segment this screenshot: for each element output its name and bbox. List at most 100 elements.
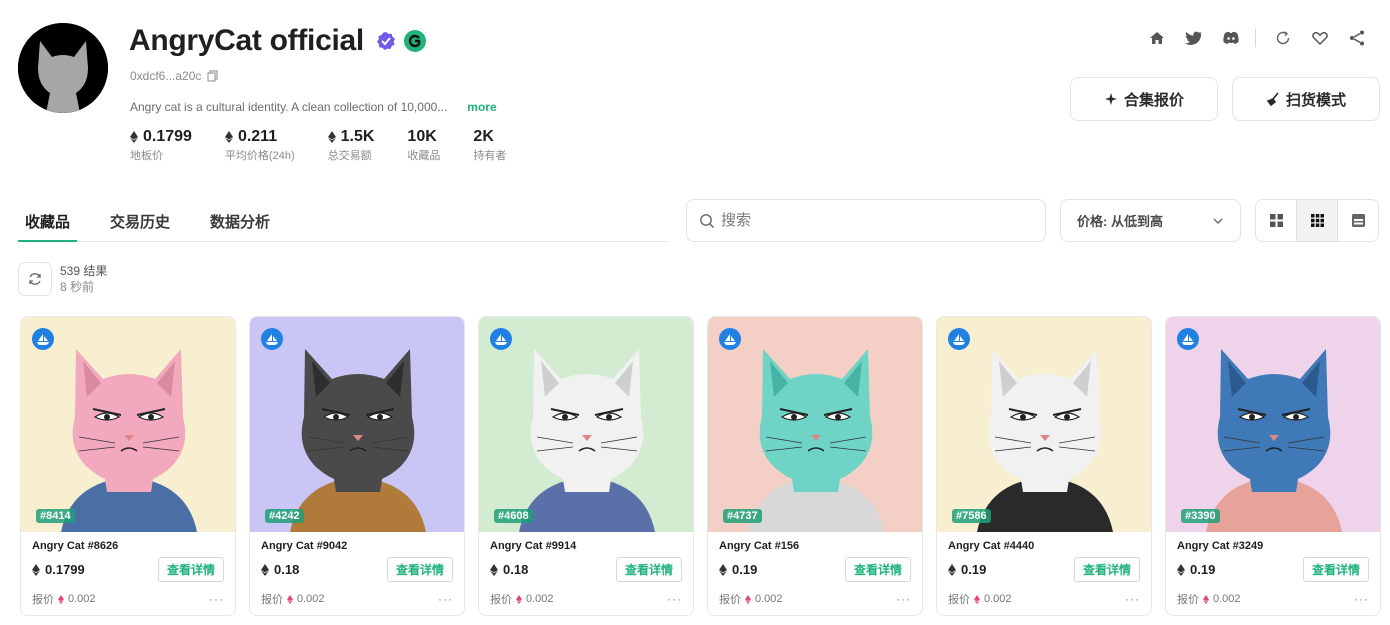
stat-owners: 2K 持有者 <box>473 128 507 162</box>
chain-icon <box>490 328 512 350</box>
nft-image[interactable]: #7586 <box>937 317 1151 532</box>
search-input[interactable] <box>721 212 1021 229</box>
more-options-icon[interactable]: ··· <box>1125 592 1140 606</box>
collection-title: AngryCat official <box>129 24 364 57</box>
best-offer: 报价 0.002 <box>490 593 554 606</box>
view-details-button[interactable]: 查看详情 <box>386 557 453 582</box>
nft-card[interactable]: #4242 Angry Cat #9042 0.18 查看详情 报价 0.002… <box>249 316 465 616</box>
weth-icon <box>745 594 751 604</box>
stat-avg-price: 0.211 平均价格(24h) <box>224 128 295 162</box>
refresh-button[interactable] <box>18 262 52 296</box>
twitter-icon[interactable] <box>1184 28 1204 48</box>
view-details-button[interactable]: 查看详情 <box>1073 557 1140 582</box>
nft-name: Angry Cat #9042 <box>261 540 348 552</box>
nft-image[interactable]: #4608 <box>479 317 693 532</box>
more-options-icon[interactable]: ··· <box>209 592 224 606</box>
social-links <box>1130 28 1367 48</box>
home-icon[interactable] <box>1147 28 1167 48</box>
nft-card[interactable]: #4737 Angry Cat #156 0.19 查看详情 报价 0.002 … <box>707 316 923 616</box>
rarity-rank-badge: #4608 <box>494 509 533 523</box>
eth-icon <box>224 131 233 143</box>
rarity-rank-badge: #7586 <box>952 509 991 523</box>
cat-artwork <box>708 317 922 532</box>
eth-icon <box>32 563 40 576</box>
collection-stats: 0.1799 地板价 0.211 平均价格(24h) 1.5K 总交易额 10K… <box>130 128 539 163</box>
contract-address: 0xdcf6...a20c <box>130 69 202 83</box>
view-list[interactable] <box>1338 200 1378 241</box>
cat-artwork <box>250 317 464 532</box>
collection-offer-button[interactable]: 合集报价 <box>1070 77 1218 121</box>
broom-icon <box>1266 92 1279 106</box>
nft-price: 0.19 <box>1177 562 1215 577</box>
nft-price: 0.1799 <box>32 562 85 577</box>
weth-icon <box>287 594 293 604</box>
nft-price: 0.19 <box>948 562 986 577</box>
search-icon <box>700 213 714 228</box>
result-updated-time: 8 秒前 <box>60 280 95 294</box>
nft-card[interactable]: #7586 Angry Cat #4440 0.19 查看详情 报价 0.002… <box>936 316 1152 616</box>
view-toggle <box>1255 199 1379 242</box>
sort-select[interactable]: 价格: 从低到高 <box>1060 199 1241 242</box>
cat-artwork <box>479 317 693 532</box>
view-large-grid[interactable] <box>1256 200 1297 241</box>
view-small-grid[interactable] <box>1297 200 1338 241</box>
view-details-button[interactable]: 查看详情 <box>1302 557 1369 582</box>
tab-analytics[interactable]: 数据分析 <box>203 196 277 241</box>
small-grid-icon <box>1310 214 1324 227</box>
verified-icon <box>376 32 395 50</box>
refresh-icon <box>29 273 41 285</box>
rarity-rank-badge: #3390 <box>1181 509 1220 523</box>
tab-activity[interactable]: 交易历史 <box>103 196 177 241</box>
sparkle-icon <box>1104 93 1117 105</box>
stat-floor-price: 0.1799 地板价 <box>130 128 192 162</box>
eth-icon <box>130 131 138 143</box>
large-grid-icon <box>1269 214 1283 227</box>
nft-image[interactable]: #8414 <box>21 317 235 532</box>
nft-image[interactable]: #4737 <box>708 317 922 532</box>
nft-image[interactable]: #4242 <box>250 317 464 532</box>
chain-icon <box>719 328 741 350</box>
sweep-mode-button[interactable]: 扫货模式 <box>1232 77 1380 121</box>
view-details-button[interactable]: 查看详情 <box>844 557 911 582</box>
platform-icon[interactable] <box>403 30 426 52</box>
stat-total-volume: 1.5K 总交易额 <box>327 128 375 162</box>
eth-icon <box>490 563 498 576</box>
share-icon[interactable] <box>1347 28 1367 48</box>
copy-icon[interactable] <box>207 70 218 82</box>
cat-artwork <box>21 317 235 532</box>
weth-icon <box>974 594 980 604</box>
rarity-rank-badge: #4737 <box>723 509 762 523</box>
best-offer: 报价 0.002 <box>32 593 96 606</box>
chain-icon <box>948 328 970 350</box>
nft-card[interactable]: #3390 Angry Cat #3249 0.19 查看详情 报价 0.002… <box>1165 316 1381 616</box>
nft-image[interactable]: #3390 <box>1166 317 1380 532</box>
eth-icon <box>719 563 727 576</box>
more-link[interactable]: more <box>467 100 496 114</box>
more-options-icon[interactable]: ··· <box>667 592 682 606</box>
best-offer: 报价 0.002 <box>719 593 783 606</box>
tab-items[interactable]: 收藏品 <box>18 196 78 242</box>
result-count: 539 结果 <box>60 264 108 278</box>
rarity-rank-badge: #8414 <box>36 509 75 523</box>
result-info: 539 结果 8 秒前 <box>60 263 107 295</box>
more-options-icon[interactable]: ··· <box>896 592 911 606</box>
more-options-icon[interactable]: ··· <box>1354 592 1369 606</box>
social-divider <box>1255 29 1256 47</box>
heart-icon[interactable] <box>1310 28 1330 48</box>
discord-icon[interactable] <box>1221 28 1241 48</box>
view-details-button[interactable]: 查看详情 <box>615 557 682 582</box>
best-offer: 报价 0.002 <box>1177 593 1241 606</box>
nft-price: 0.18 <box>261 562 299 577</box>
nft-card[interactable]: #4608 Angry Cat #9914 0.18 查看详情 报价 0.002… <box>478 316 694 616</box>
refresh-metadata-icon[interactable] <box>1273 28 1293 48</box>
nft-name: Angry Cat #4440 <box>948 540 1035 552</box>
view-details-button[interactable]: 查看详情 <box>157 557 224 582</box>
collection-tabs: 收藏品 交易历史 数据分析 <box>18 196 668 242</box>
nft-price: 0.19 <box>719 562 757 577</box>
more-options-icon[interactable]: ··· <box>438 592 453 606</box>
nft-name: Angry Cat #9914 <box>490 540 577 552</box>
eth-icon <box>327 131 336 143</box>
nft-name: Angry Cat #156 <box>719 540 800 552</box>
nft-card[interactable]: #8414 Angry Cat #8626 0.1799 查看详情 报价 0.0… <box>20 316 236 616</box>
chain-icon <box>261 328 283 350</box>
